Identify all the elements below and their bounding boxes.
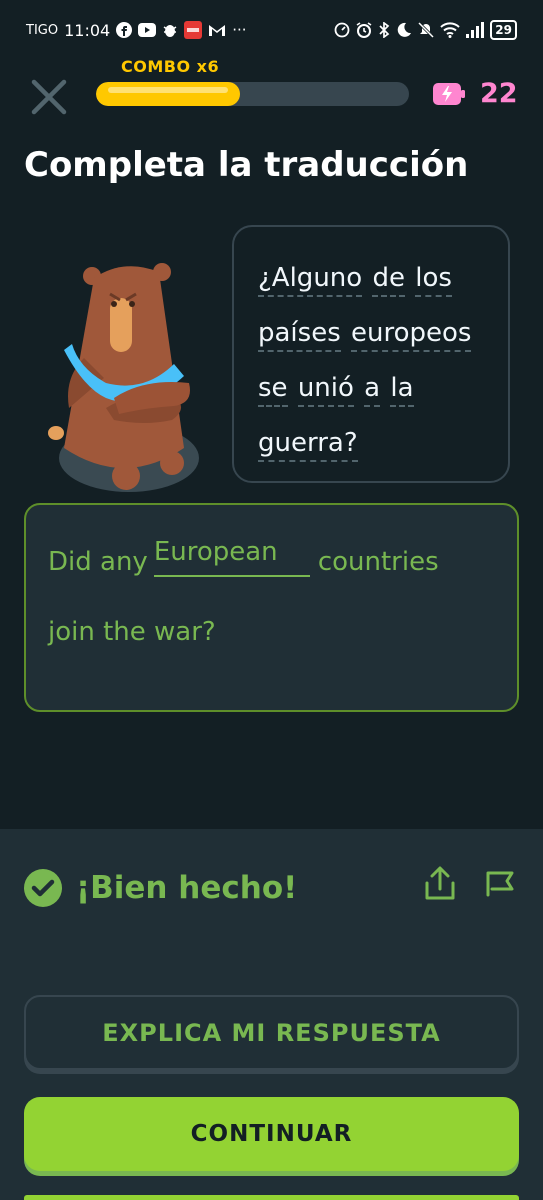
prompt-word[interactable]: se	[258, 371, 288, 407]
prompt-word[interactable]: guerra?	[258, 426, 358, 462]
check-circle-icon	[24, 869, 62, 907]
prompt-word[interactable]: los	[415, 261, 452, 297]
feedback-message: ¡Bien hecho!	[76, 870, 298, 906]
close-icon	[31, 79, 67, 115]
answer-line-1: Did any European countries	[48, 527, 495, 577]
energy-counter[interactable]: 22	[432, 78, 518, 109]
bug-icon	[162, 22, 178, 38]
bluetooth-icon	[378, 22, 390, 38]
prompt-sentence: ¿Alguno de los países europeos se unió a…	[258, 251, 488, 471]
feedback-panel: ¡Bien hecho! EXPLICA MI RESPUESTA CONTIN…	[0, 829, 543, 1200]
answer-text-after: countries	[317, 547, 439, 577]
mute-icon	[418, 22, 435, 38]
battery-bolt-icon	[433, 82, 465, 105]
energy-count: 22	[480, 78, 518, 109]
bear-character-illustration	[48, 263, 199, 492]
battery-indicator: 29	[490, 20, 517, 40]
share-button[interactable]	[423, 865, 457, 907]
page-title: Completa la traducción	[24, 145, 469, 185]
report-button[interactable]	[484, 865, 518, 903]
facebook-icon	[116, 22, 133, 38]
prompt-word[interactable]: a	[364, 371, 381, 407]
prompt-line: países europeos	[258, 306, 488, 361]
prompt-line: ¿Alguno de los	[258, 251, 488, 306]
share-icon	[425, 866, 455, 900]
prompt-word[interactable]: ¿Alguno	[258, 261, 363, 297]
prompt-word[interactable]: la	[390, 371, 414, 407]
status-bar-right: 29	[334, 20, 517, 40]
combo-label: COMBO x6	[121, 57, 220, 76]
news-app-icon	[184, 21, 203, 39]
alarm-icon	[356, 22, 372, 38]
answer-box: Did any European countries join the war?	[24, 503, 519, 712]
feedback-status: ¡Bien hecho!	[24, 869, 297, 907]
prompt-word[interactable]: europeos	[351, 316, 472, 352]
lesson-progress-bar	[96, 82, 409, 106]
lesson-header: COMBO x6 22	[0, 57, 543, 130]
continue-button[interactable]: CONTINUAR	[24, 1097, 519, 1171]
status-bar-left: TIGO 11:04 ···	[26, 21, 247, 40]
explain-answer-button[interactable]: EXPLICA MI RESPUESTA	[24, 995, 519, 1070]
progress-shine	[108, 87, 228, 93]
more-notifications: ···	[232, 21, 247, 39]
prompt-word[interactable]: unió	[297, 371, 354, 407]
clock: 11:04	[64, 20, 111, 40]
answer-text-before: Did any	[48, 547, 148, 577]
speech-bubble: ¿Alguno de los países europeos se unió a…	[232, 225, 510, 483]
bottom-strip	[24, 1195, 519, 1200]
answer-line-2: join the war?	[48, 617, 216, 647]
progress-fill	[96, 82, 240, 106]
gmail-icon	[208, 23, 226, 37]
status-bar: TIGO 11:04 ··· 29	[0, 0, 543, 60]
wifi-icon	[440, 22, 460, 38]
data-saver-icon	[334, 22, 350, 38]
flag-icon	[486, 871, 514, 897]
close-button[interactable]	[26, 74, 72, 120]
moon-icon	[396, 22, 412, 38]
prompt-line: se unió a la	[258, 361, 488, 416]
signal-icon	[466, 22, 485, 38]
carrier-label: TIGO	[26, 22, 59, 38]
prompt-word[interactable]: países	[258, 316, 341, 352]
youtube-icon	[138, 23, 157, 37]
prompt-line: guerra?	[258, 416, 488, 471]
answer-blank[interactable]: European	[153, 535, 310, 577]
prompt-word[interactable]: de	[372, 261, 405, 297]
